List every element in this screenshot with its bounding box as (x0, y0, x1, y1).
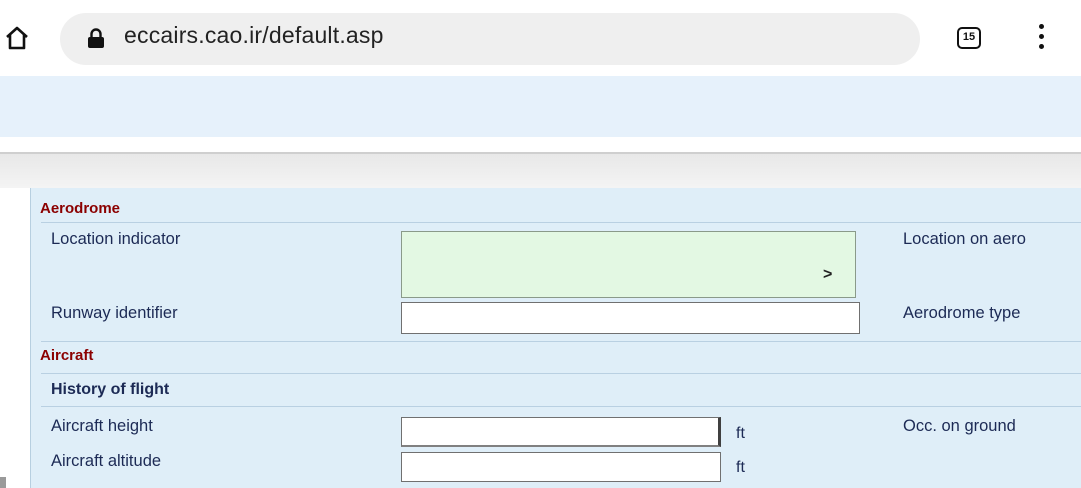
location-indicator-label: Location indicator (51, 230, 181, 248)
divider (41, 222, 1081, 223)
header-gap (0, 137, 1081, 152)
tab-count: 15 (962, 31, 976, 43)
aircraft-height-field[interactable] (401, 417, 721, 447)
runway-identifier-label: Runway identifier (51, 304, 178, 322)
page-header-band (0, 76, 1081, 137)
divider (41, 341, 1081, 342)
location-indicator-field[interactable]: > (401, 231, 856, 298)
tabs-icon[interactable]: 15 (957, 27, 981, 49)
left-margin (0, 188, 12, 488)
divider (41, 373, 1081, 374)
occ-on-ground-label: Occ. on ground (903, 417, 1016, 435)
chevron-right-icon[interactable]: > (823, 266, 832, 284)
aircraft-height-unit: ft (736, 425, 745, 442)
scrollbar-thumb[interactable] (0, 477, 6, 488)
location-on-aerodrome-label: Location on aero (903, 230, 1026, 248)
aircraft-altitude-unit: ft (736, 459, 745, 476)
section-title-aerodrome: Aerodrome (40, 200, 121, 217)
divider (41, 406, 1081, 407)
runway-identifier-field[interactable] (401, 302, 860, 334)
browser-toolbar: eccairs.cao.ir/default.asp 15 (0, 0, 1081, 76)
aircraft-height-label: Aircraft height (51, 417, 153, 435)
url-text[interactable]: eccairs.cao.ir/default.asp (124, 22, 384, 49)
subsection-history-of-flight: History of flight (51, 381, 170, 398)
home-icon[interactable] (4, 25, 30, 51)
aerodrome-type-label: Aerodrome type (903, 304, 1021, 322)
lock-icon[interactable] (87, 28, 105, 48)
page-toolbar-band (0, 152, 1081, 188)
aircraft-altitude-field[interactable] (401, 452, 721, 482)
menu-icon[interactable] (1038, 24, 1046, 54)
aircraft-altitude-label: Aircraft altitude (51, 452, 162, 470)
section-title-aircraft: Aircraft (40, 347, 94, 364)
